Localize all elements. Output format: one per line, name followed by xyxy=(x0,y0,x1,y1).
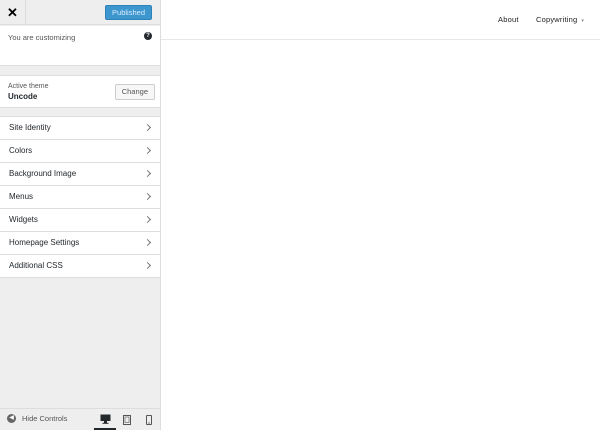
menu-item-background-image[interactable]: Background Image xyxy=(0,163,160,186)
chevron-right-icon xyxy=(143,215,152,224)
tablet-icon xyxy=(123,414,131,425)
customizer-header: ✕ Published xyxy=(0,0,160,25)
help-icon[interactable]: ? xyxy=(144,32,152,40)
menu-item-label: Homepage Settings xyxy=(9,238,80,247)
chevron-down-icon: ▾ xyxy=(581,18,585,24)
close-button[interactable]: ✕ xyxy=(0,0,26,25)
customizing-info: You are customizing ? xyxy=(0,26,160,66)
menu-item-additional-css[interactable]: Additional CSS xyxy=(0,255,160,278)
customizer-sidebar: ✕ Published You are customizing ? Active… xyxy=(0,0,161,430)
menu-item-colors[interactable]: Colors xyxy=(0,140,160,163)
menu-item-label: Site Identity xyxy=(9,123,51,132)
menu-item-label: Colors xyxy=(9,146,33,155)
chevron-right-icon xyxy=(143,146,152,155)
menu-item-menus[interactable]: Menus xyxy=(0,186,160,209)
theme-name: Uncode xyxy=(8,92,38,101)
nav-link-about[interactable]: About xyxy=(498,15,519,24)
change-theme-button[interactable]: Change xyxy=(114,84,155,100)
chevron-right-icon xyxy=(143,192,152,201)
close-icon: ✕ xyxy=(7,4,18,20)
tablet-preview-button[interactable] xyxy=(116,409,138,430)
menu-item-widgets[interactable]: Widgets xyxy=(0,209,160,232)
customizer-footer: ◀ Hide Controls xyxy=(0,408,160,430)
hide-controls-button[interactable]: ◀ Hide Controls xyxy=(7,414,67,423)
hide-controls-label: Hide Controls xyxy=(22,414,68,423)
chevron-right-icon xyxy=(143,238,152,247)
chevron-right-icon xyxy=(143,123,152,132)
mobile-preview-button[interactable] xyxy=(138,409,160,430)
site-header: About Copywriting ▾ xyxy=(161,0,600,40)
desktop-preview-button[interactable] xyxy=(94,409,116,430)
active-theme-label: Active theme xyxy=(8,83,49,90)
menu-item-label: Additional CSS xyxy=(9,261,63,270)
nav-link-copywriting[interactable]: Copywriting ▾ xyxy=(536,15,584,24)
mobile-icon xyxy=(146,414,152,425)
collapse-icon: ◀ xyxy=(7,414,16,423)
chevron-right-icon xyxy=(143,169,152,178)
published-button[interactable]: Published xyxy=(105,5,152,20)
chevron-right-icon xyxy=(143,261,152,270)
menu-item-homepage-settings[interactable]: Homepage Settings xyxy=(0,232,160,255)
menu-item-label: Background Image xyxy=(9,169,77,178)
menu-item-site-identity[interactable]: Site Identity xyxy=(0,117,160,140)
customizing-text: You are customizing xyxy=(8,33,76,42)
active-theme-section: Active theme Uncode Change xyxy=(0,75,160,108)
desktop-icon xyxy=(100,414,110,424)
nav-link-label: Copywriting xyxy=(536,15,578,24)
customizer-menu: Site Identity Colors Background Image Me… xyxy=(0,116,160,278)
menu-item-label: Menus xyxy=(9,192,34,201)
site-preview: About Copywriting ▾ xyxy=(161,0,600,430)
menu-item-label: Widgets xyxy=(9,215,38,224)
